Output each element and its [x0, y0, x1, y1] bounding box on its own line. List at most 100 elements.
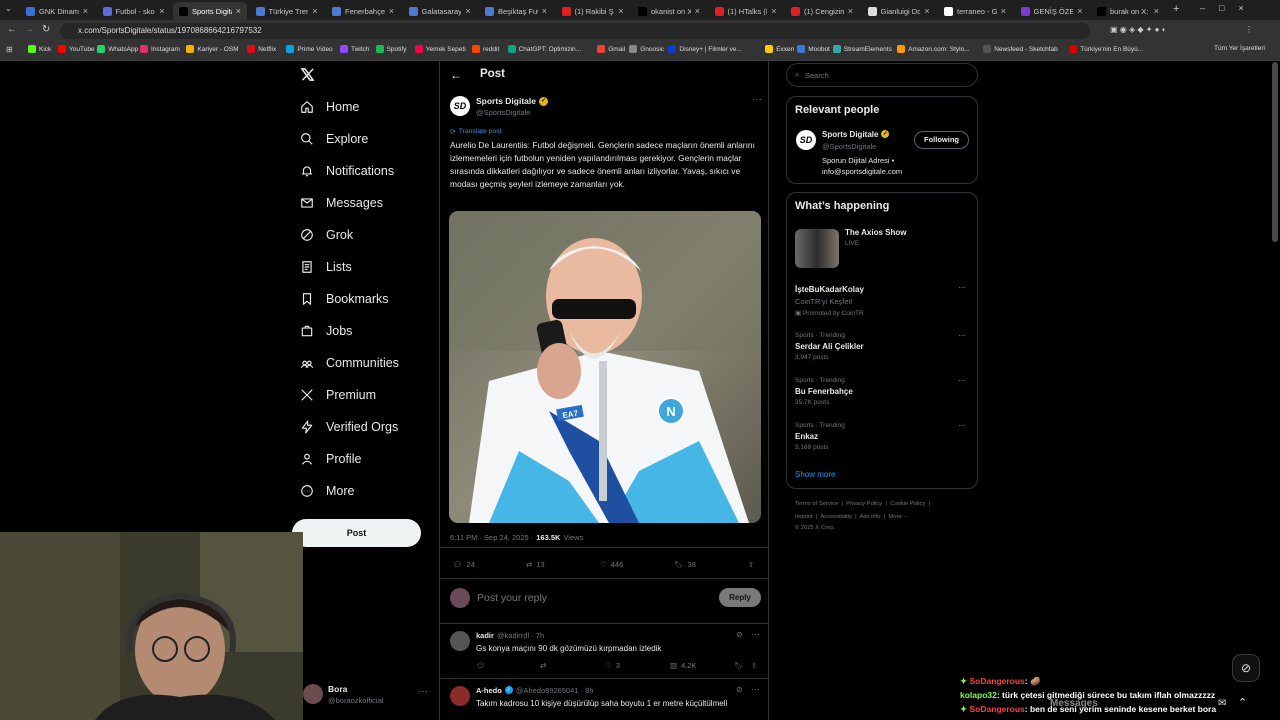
bookmark-label[interactable]: reddit — [483, 46, 499, 53]
trend-more-icon[interactable]: ··· — [958, 375, 966, 386]
bookmark-label[interactable]: Newsfeed - Sketchfab — [994, 46, 1058, 53]
nav-item-more[interactable]: More — [300, 484, 354, 498]
avatar[interactable]: SD — [796, 130, 816, 150]
close-tab-icon[interactable]: × — [695, 6, 700, 16]
bookmark-label[interactable]: Twitch — [351, 46, 369, 53]
bookmark-label[interactable]: Moobot — [808, 46, 830, 53]
nav-label[interactable]: Verified Orgs — [326, 420, 398, 434]
nav-item-premium[interactable]: Premium — [300, 388, 376, 402]
tab-title[interactable]: GENİŞ ÖZET | 2 — [1034, 7, 1074, 16]
browser-tab[interactable]: Galatasaray Fut× — [403, 2, 477, 20]
back-arrow-icon[interactable]: ← — [7, 24, 17, 35]
nav-label[interactable]: Home — [326, 100, 359, 114]
compose-post-button[interactable]: Post — [292, 519, 421, 547]
post-photo[interactable]: N EA7 — [449, 211, 761, 523]
bookmark-label[interactable]: Amazon.com: Stylo... — [908, 46, 969, 53]
browser-tab[interactable]: Türkiye Trendy× — [250, 2, 324, 20]
reply-button[interactable]: Reply — [719, 588, 761, 607]
live-title[interactable]: The Axios Show — [845, 228, 907, 237]
nav-item-bookmarks[interactable]: Bookmarks — [300, 292, 389, 306]
grok-icon[interactable]: ⊘ — [736, 630, 743, 639]
reply-handle[interactable]: @Ahedo89265041 · 8h — [516, 686, 594, 695]
tab-title[interactable]: (1) Cengizin ge — [804, 7, 844, 16]
nav-item-communities[interactable]: Communities — [300, 356, 399, 370]
avatar[interactable] — [450, 686, 470, 706]
nav-label[interactable]: Notifications — [326, 164, 394, 178]
share-icon[interactable]: ⇪ — [751, 661, 757, 670]
close-tab-icon[interactable]: × — [1001, 6, 1006, 16]
following-button[interactable]: Following — [914, 131, 969, 149]
bookmark-item[interactable]: Yemek Sepeti — [414, 45, 466, 53]
all-bookmarks[interactable]: Tüm Yer İşaretleri — [1214, 45, 1265, 52]
post-timestamp[interactable]: 6:11 PM · Sep 24, 2025 · — [450, 533, 533, 542]
grok-floating-icon[interactable]: ⊘ — [1232, 654, 1260, 682]
url-input[interactable]: x.com/SportsDigitale/status/197086866421… — [60, 23, 1090, 39]
nav-item-lists[interactable]: Lists — [300, 260, 352, 274]
author-handle[interactable]: @SportsDigitale — [476, 108, 530, 117]
nav-item-grok[interactable]: Grok — [300, 228, 353, 242]
reply-handle[interactable]: @kadirrdl · 7h — [497, 631, 544, 640]
close-tab-icon[interactable]: × — [771, 6, 776, 16]
tab-search-icon[interactable]: ⌄ — [5, 4, 12, 13]
tab-title[interactable]: burak on X: "bu — [1110, 7, 1150, 16]
chat-username[interactable]: SoDangerous — [969, 704, 1024, 714]
nav-label[interactable]: Grok — [326, 228, 353, 242]
close-tab-icon[interactable]: × — [618, 6, 623, 16]
trend-name[interactable]: Bu Fenerbahçe — [795, 387, 853, 396]
bookmark-item[interactable]: YouTube — [58, 45, 95, 53]
browser-tab[interactable]: GENİŞ ÖZET | 2× — [1015, 2, 1089, 20]
all-bookmarks-label[interactable]: Tüm Yer İşaretleri — [1214, 45, 1265, 52]
bookmark-item[interactable]: Türkiye'nin En Büyü... — [1069, 45, 1143, 53]
browser-tab[interactable]: (1) Cengizin ge × — [785, 2, 859, 20]
bookmark-label[interactable]: Gnoosic — [640, 46, 664, 53]
close-tab-icon[interactable]: × — [542, 6, 547, 16]
browser-tab[interactable]: Fenerbahçe Fut × — [326, 2, 400, 20]
bookmark-item[interactable]: Gnoosic — [629, 45, 664, 53]
tab-title[interactable]: Futbol - skorla — [116, 7, 156, 16]
browser-tab[interactable]: Sports Digitale × — [173, 2, 247, 20]
bookmark-item[interactable]: Kariyer - OSM — [186, 45, 239, 53]
bookmark-label[interactable]: Exxen — [776, 46, 794, 53]
browser-tab[interactable]: okanist on X: " × — [632, 2, 706, 20]
live-thumbnail[interactable] — [795, 229, 839, 268]
tab-title[interactable]: Fenerbahçe Fut — [345, 7, 385, 16]
bookmark-action[interactable]: 🔖︎ 38 — [674, 560, 696, 569]
bookmark-item[interactable]: WhatsApp — [97, 45, 138, 53]
bookmark-item[interactable]: Instagram — [140, 45, 180, 53]
close-tab-icon[interactable]: × — [312, 6, 317, 16]
nav-item-explore[interactable]: Explore — [300, 132, 368, 146]
window-controls[interactable]: –□× — [1200, 3, 1258, 13]
close-tab-icon[interactable]: × — [1077, 6, 1082, 16]
forward-arrow-icon[interactable]: → — [24, 24, 34, 35]
tab-title[interactable]: Türkiye Trendy — [269, 7, 309, 16]
tab-title[interactable]: terraneo - Goo — [957, 7, 997, 16]
post-more-icon[interactable]: ··· — [752, 94, 762, 105]
like-action[interactable]: ♡ 3 — [605, 661, 620, 670]
bookmark-item[interactable]: Netflix — [247, 45, 276, 53]
bookmark-item[interactable]: Spotify — [375, 45, 406, 53]
browser-tab[interactable]: (1) HTalks (Hali× — [709, 2, 783, 20]
reply-author[interactable]: kadir — [476, 631, 494, 640]
bookmark-icon[interactable]: 🔖︎ — [734, 661, 744, 670]
avatar[interactable] — [303, 684, 323, 704]
trend-name[interactable]: Serdar Ali Çelikler — [795, 342, 864, 351]
bookmark-label[interactable]: StreamElements — [844, 46, 892, 53]
browser-tab[interactable]: burak on X: "bu × — [1091, 2, 1165, 20]
reply-input[interactable]: Post your reply — [477, 592, 547, 604]
nav-item-home[interactable]: Home — [300, 100, 359, 114]
nav-label[interactable]: Messages — [326, 196, 383, 210]
browser-menu-icon[interactable]: ⋮ — [1245, 25, 1253, 34]
repost-action[interactable]: ⇄ 13 — [526, 560, 545, 569]
bookmark-item[interactable]: ChatGPT: Optimizin... — [507, 45, 581, 53]
bookmark-label[interactable]: YouTube — [69, 46, 95, 53]
tab-title[interactable]: (1) Rakibi Şaşırt — [575, 7, 615, 16]
bookmark-item[interactable]: StreamElements — [832, 45, 892, 53]
grok-icon[interactable]: ⊘ — [736, 685, 743, 694]
close-tab-icon[interactable]: × — [389, 6, 394, 16]
avatar[interactable]: SD — [450, 96, 470, 116]
bookmark-label[interactable]: Disney+ | Filmler ve... — [679, 46, 742, 53]
close-tab-icon[interactable]: × — [236, 6, 241, 16]
page-scrollbar[interactable] — [1272, 62, 1278, 242]
browser-tab[interactable]: Beşiktaş Futbol × — [479, 2, 553, 20]
bookmark-item[interactable]: Gmail — [597, 45, 625, 53]
